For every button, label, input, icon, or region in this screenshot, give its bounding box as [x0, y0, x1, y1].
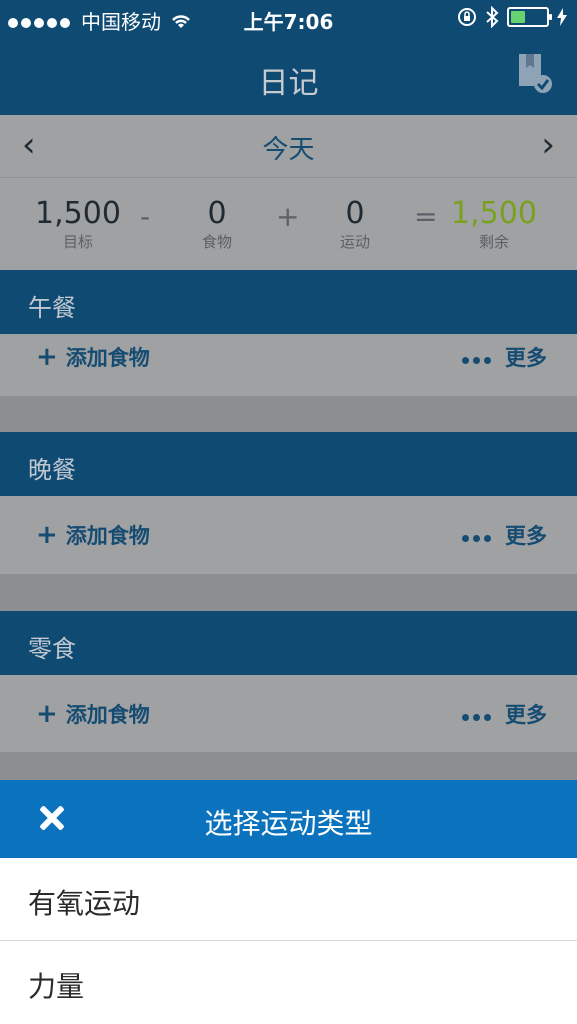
page-title: 日记 [258, 66, 319, 101]
status-bar: 中国移动 上午7:06 [0, 0, 577, 38]
calorie-summary: 1,500 目标 - 0 食物 + 0 运动 = 1,500 剩余 [0, 178, 577, 271]
add-food-label: 添加食物 [65, 524, 150, 548]
more-button[interactable]: 更多 [462, 342, 547, 372]
more-label: 更多 [505, 524, 547, 548]
section-gap [0, 397, 577, 432]
add-food-button[interactable]: + 添加食物 [36, 699, 150, 729]
exercise-type-label: 力量 [28, 970, 85, 1003]
remaining-value: 1,500 [451, 196, 537, 231]
minus-sign: - [140, 200, 151, 233]
add-food-label: 添加食物 [65, 703, 150, 727]
section-row-lunch: + 添加食物 更多 [0, 334, 577, 397]
add-food-label: 添加食物 [65, 346, 150, 370]
section-gap [0, 753, 577, 780]
section-row-snacks: + 添加食物 更多 [0, 675, 577, 753]
food-label: 食物 [201, 233, 232, 251]
goal-label: 目标 [62, 233, 93, 251]
chevron-right-icon[interactable]: › [541, 125, 555, 165]
exercise-type-sheet-header: 选择运动类型 [0, 780, 577, 858]
more-dots-icon [462, 702, 495, 726]
exercise-value: 0 [345, 196, 365, 231]
plus-icon: + [36, 342, 58, 372]
battery-icon [507, 7, 552, 27]
more-dots-icon [462, 523, 495, 547]
remaining-column: 1,500 剩余 [434, 196, 554, 252]
exercise-column: 0 运动 [295, 196, 415, 252]
goal-value: 1,500 [35, 196, 121, 231]
orientation-lock-icon [458, 8, 476, 26]
goal-column: 1,500 目标 [18, 196, 138, 252]
sheet-title: 选择运动类型 [204, 807, 373, 840]
more-button[interactable]: 更多 [462, 699, 547, 729]
section-title: 晚餐 [28, 456, 76, 484]
charging-icon [557, 8, 567, 26]
exercise-type-item-cardio[interactable]: 有氧运动 [0, 858, 577, 941]
status-right [457, 6, 567, 28]
diary-app: 中国移动 上午7:06 日记 ‹ 今天 › 1,500 目标 - 0 食物 + … [0, 0, 577, 1024]
more-dots-icon [462, 345, 495, 369]
plus-icon: + [36, 520, 58, 550]
section-header-snacks: 零食 [0, 611, 577, 675]
section-title: 零食 [28, 635, 76, 663]
food-column: 0 食物 [157, 196, 277, 252]
date-navigator: ‹ 今天 › [0, 115, 577, 178]
nav-bar: 日记 [0, 38, 577, 115]
section-title: 午餐 [28, 294, 76, 322]
exercise-label: 运动 [339, 233, 370, 251]
add-food-button[interactable]: + 添加食物 [36, 520, 150, 550]
exercise-type-item-strength[interactable]: 力量 [0, 941, 577, 1023]
exercise-type-list: 有氧运动 力量 [0, 858, 577, 1024]
more-label: 更多 [505, 346, 547, 370]
food-value: 0 [207, 196, 227, 231]
date-label[interactable]: 今天 [0, 129, 577, 166]
bluetooth-icon [486, 6, 499, 28]
add-food-button[interactable]: + 添加食物 [36, 342, 150, 372]
remaining-label: 剩余 [478, 233, 509, 251]
section-header-dinner: 晚餐 [0, 432, 577, 496]
exercise-type-label: 有氧运动 [28, 887, 141, 920]
section-gap [0, 575, 577, 611]
section-row-dinner: + 添加食物 更多 [0, 496, 577, 575]
bookmark-check-icon[interactable] [517, 52, 553, 96]
more-label: 更多 [505, 703, 547, 727]
plus-icon: + [36, 699, 58, 729]
more-button[interactable]: 更多 [462, 520, 547, 550]
section-header-lunch: 午餐 [0, 270, 577, 334]
